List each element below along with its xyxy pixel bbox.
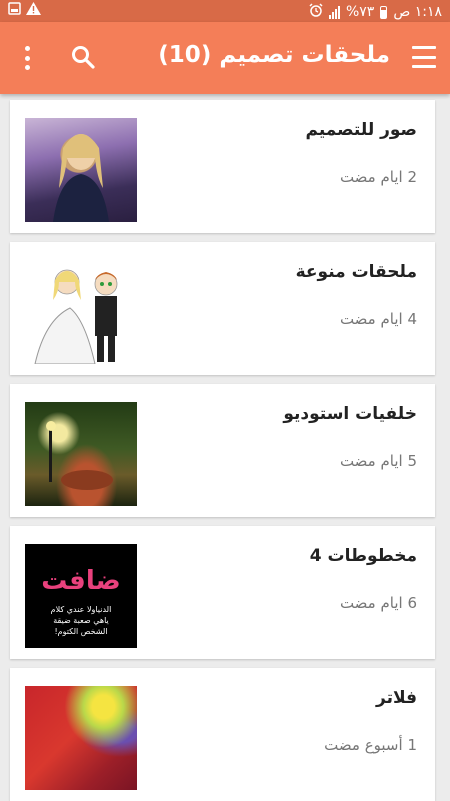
item-title: مخطوطات 4 [309, 546, 417, 566]
search-icon[interactable] [70, 44, 96, 70]
list-item[interactable]: ملحقات منوعة 4 ايام مضت [10, 242, 435, 375]
item-title: صور للتصميم [305, 120, 417, 140]
warning-icon [26, 2, 41, 19]
item-title: فلاتر [376, 688, 417, 708]
thumbnail-line: ياهي صعبة ضيقة [53, 616, 109, 625]
image-notification-icon [8, 2, 21, 19]
item-time: 2 ايام مضت [339, 168, 417, 186]
item-title: ملحقات منوعة [295, 262, 417, 282]
list-item[interactable]: خلفيات استوديو 5 ايام مضت [10, 384, 435, 517]
item-time: 6 ايام مضت [339, 594, 417, 612]
cartoon-couple-thumbnail [25, 260, 137, 364]
item-time: 1 أسبوع مضت [324, 736, 417, 754]
page-title: ملحقات تصميم (10) [158, 42, 390, 68]
alarm-icon [309, 3, 323, 21]
status-bar-left [8, 2, 41, 19]
status-time: ١:١٨ ص [393, 4, 442, 20]
thumbnail-caption: الدنياولا عندي كلام ياهي صعبة ضيقة الشخص… [25, 604, 137, 637]
battery-percent: %٧٣ [345, 4, 375, 20]
thumbnail-heading: ضافت [41, 566, 121, 596]
color-filter-thumbnail [25, 686, 137, 790]
item-time: 4 ايام مضت [339, 310, 417, 328]
calligraphy-thumbnail: ضافت الدنياولا عندي كلام ياهي صعبة ضيقة … [25, 544, 137, 648]
list-item[interactable]: صور للتصميم 2 ايام مضت [10, 100, 435, 233]
status-bar: %٧٣ ١:١٨ ص [0, 0, 450, 22]
menu-icon[interactable] [412, 46, 436, 68]
app-bar: ملحقات تصميم (10) [0, 22, 450, 94]
thumbnail-line: الدنياولا عندي كلام [50, 605, 112, 614]
more-vert-icon[interactable] [22, 46, 32, 70]
item-title: خلفيات استوديو [283, 404, 417, 424]
studio-background-thumbnail [25, 402, 137, 506]
list-item[interactable]: مخطوطات 4 6 ايام مضت ضافت الدنياولا عندي… [10, 526, 435, 659]
thumbnail-line: الشخص الكتوم! [54, 627, 108, 636]
item-time: 5 ايام مضت [339, 452, 417, 470]
signal-icon [328, 5, 340, 19]
list-item[interactable]: فلاتر 1 أسبوع مضت [10, 668, 435, 801]
portrait-photo-thumbnail [25, 118, 137, 222]
status-bar-right: %٧٣ ١:١٨ ص [309, 3, 442, 21]
battery-icon [380, 5, 388, 19]
